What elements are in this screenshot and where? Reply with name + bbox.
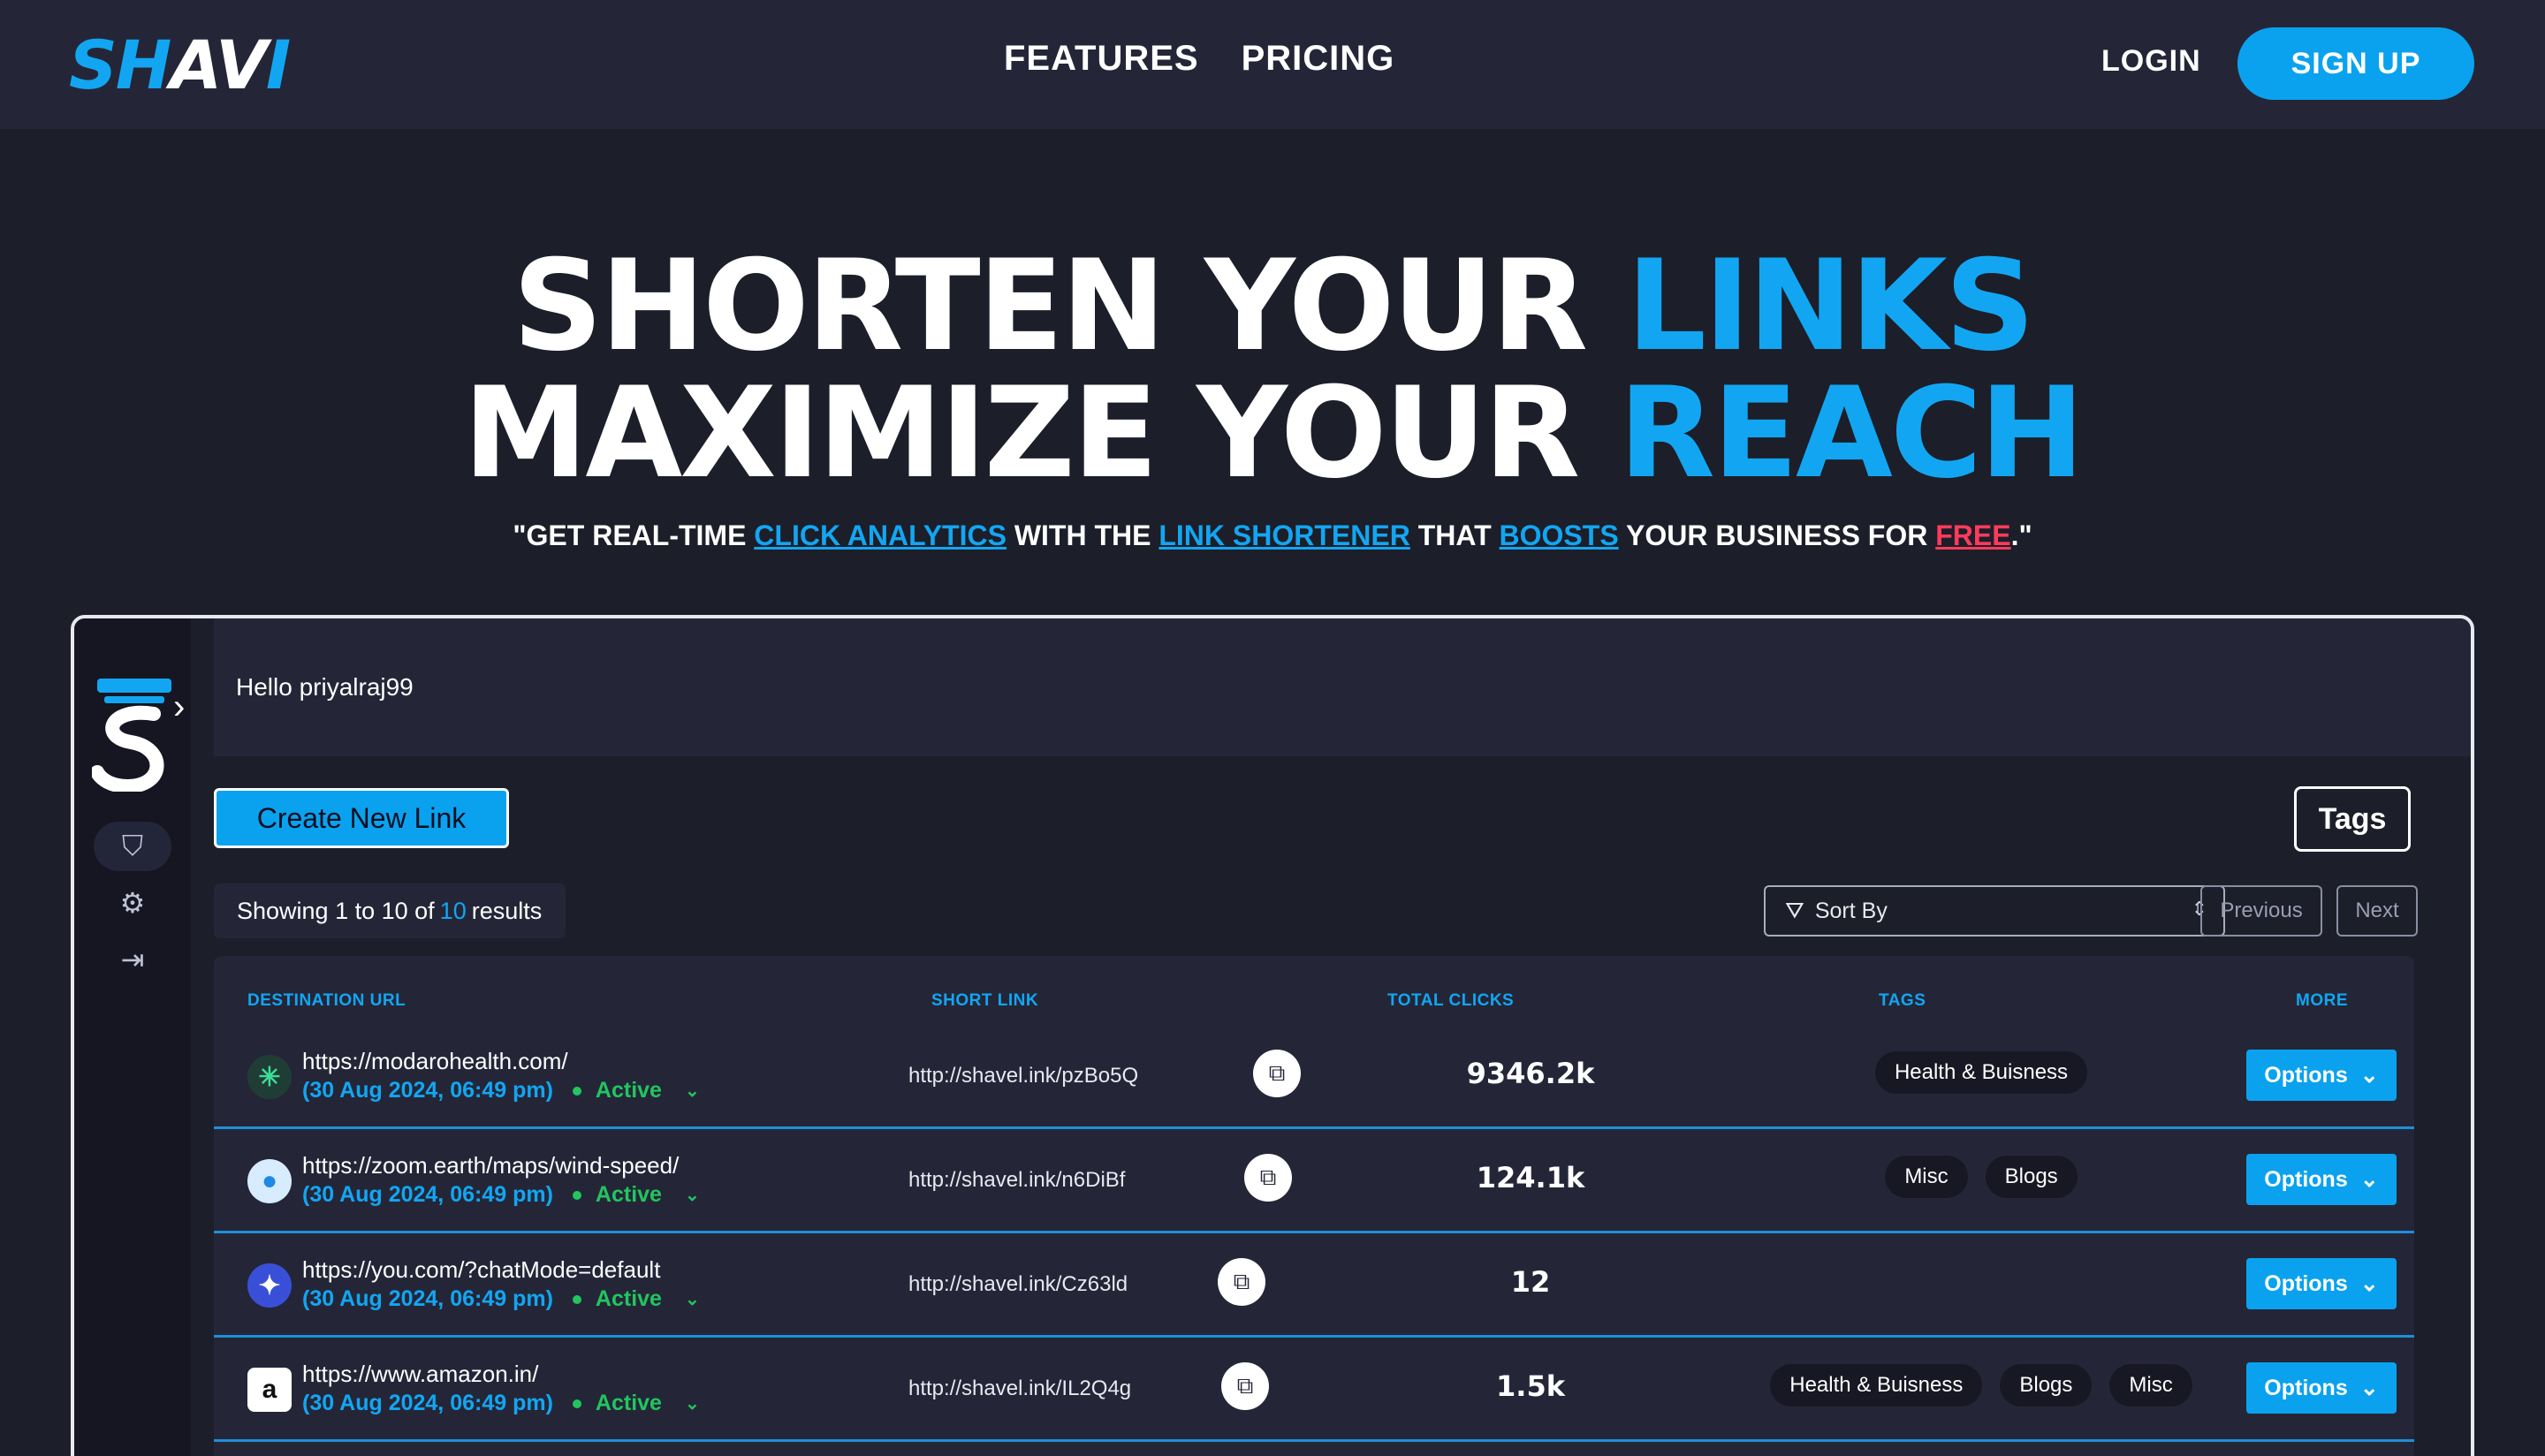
copy-icon[interactable]: ⧉: [1218, 1258, 1265, 1306]
boosts-link[interactable]: BOOSTS: [1500, 519, 1619, 551]
chevron-down-icon[interactable]: ⌄: [685, 1184, 700, 1206]
greeting-text: Hello priyalraj99: [236, 673, 414, 701]
app-logo-icon: [92, 679, 171, 792]
destination-url[interactable]: https://zoom.earth/maps/wind-speed/: [302, 1152, 679, 1179]
options-button[interactable]: Options ⌄: [2246, 1362, 2397, 1414]
greeting-bar: [214, 618, 2471, 756]
nav-links: FEATURES PRICING: [1004, 39, 1394, 79]
sidebar-item-links[interactable]: ⛉: [94, 822, 171, 871]
tag-badge[interactable]: Blogs: [1985, 1156, 2078, 1198]
app-sidebar: › ⛉ ⚙ ⇥: [74, 618, 191, 1456]
status-dot-icon: [572, 1399, 581, 1408]
login-link[interactable]: LOGIN: [2101, 44, 2201, 79]
sparkle-icon: ✦: [247, 1263, 292, 1308]
destination-url[interactable]: https://you.com/?chatMode=default: [302, 1256, 660, 1284]
short-link[interactable]: http://shavel.ink/Cz63ld: [908, 1272, 1128, 1297]
shavi-logo[interactable]: SHAVI: [69, 26, 291, 104]
chevron-down-icon: ⌄: [2359, 1063, 2379, 1088]
options-button[interactable]: Options ⌄: [2246, 1154, 2397, 1205]
tag-list: Health & Buisness Blogs Misc: [1716, 1364, 2246, 1407]
col-tags: TAGS: [1879, 991, 1926, 1010]
tag-badge[interactable]: Blogs: [2000, 1364, 2093, 1407]
col-total-clicks: TOTAL CLICKS: [1387, 991, 1515, 1010]
options-button[interactable]: Options ⌄: [2246, 1050, 2397, 1101]
click-analytics-link[interactable]: CLICK ANALYTICS: [754, 519, 1007, 551]
total-clicks: 12: [1510, 1265, 1551, 1299]
sidebar-item-settings[interactable]: ⚙: [94, 878, 171, 928]
nav-pricing-link[interactable]: PRICING: [1242, 39, 1395, 79]
col-short-link: SHORT LINK: [931, 991, 1039, 1010]
amazon-icon: a: [247, 1368, 292, 1412]
copy-icon[interactable]: ⧉: [1253, 1050, 1301, 1097]
link-shortener-link[interactable]: LINK SHORTENER: [1159, 519, 1409, 551]
nav-features-link[interactable]: FEATURES: [1004, 39, 1199, 79]
gear-icon: ⚙: [119, 887, 146, 919]
short-link[interactable]: http://shavel.ink/n6DiBf: [908, 1168, 1125, 1193]
table-row: ✳ https://modarohealth.com/ (30 Aug 2024…: [214, 1025, 2414, 1129]
col-more: MORE: [2296, 991, 2348, 1010]
link-meta: (30 Aug 2024, 06:49 pm) Active ⌄: [302, 1391, 700, 1415]
total-clicks: 1.5k: [1496, 1369, 1565, 1403]
chevron-down-icon[interactable]: ⌄: [685, 1080, 700, 1102]
tag-badge[interactable]: Misc: [2109, 1364, 2192, 1407]
copy-icon[interactable]: ⧉: [1221, 1362, 1269, 1410]
filter-icon: ⛛: [1785, 897, 1804, 923]
destination-url[interactable]: https://www.amazon.in/: [302, 1361, 538, 1388]
next-page-button[interactable]: Next: [2336, 885, 2418, 937]
short-link[interactable]: http://shavel.ink/IL2Q4g: [908, 1376, 1131, 1401]
tag-badge[interactable]: Health & Buisness: [1770, 1364, 1983, 1407]
app-preview-frame: › ⛉ ⚙ ⇥ Hello priyalraj99 Create New Lin…: [71, 615, 2474, 1456]
table-row: a https://www.amazon.in/ (30 Aug 2024, 0…: [214, 1338, 2414, 1442]
table-row: ● https://zoom.earth/maps/wind-speed/ (3…: [214, 1129, 2414, 1233]
status-dot-icon: [572, 1294, 581, 1304]
destination-url[interactable]: https://modarohealth.com/: [302, 1048, 568, 1075]
table-row: ✦ https://you.com/?chatMode=default (30 …: [214, 1233, 2414, 1338]
total-clicks: 9346.2k: [1466, 1057, 1595, 1090]
tag-list: Misc Blogs: [1716, 1156, 2246, 1198]
short-link[interactable]: http://shavel.ink/pzBo5Q: [908, 1064, 1138, 1088]
chevron-down-icon[interactable]: ⌄: [685, 1392, 700, 1414]
link-meta: (30 Aug 2024, 06:49 pm) Active ⌄: [302, 1182, 700, 1207]
previous-page-button[interactable]: Previous: [2200, 885, 2322, 937]
link-meta: (30 Aug 2024, 06:49 pm) Active ⌄: [302, 1078, 700, 1103]
tag-list: Health & Buisness: [1716, 1051, 2246, 1094]
results-count: Showing 1 to 10 of 10 results: [214, 883, 566, 938]
hero-headline-line1: SHORTEN YOUR LINKS: [513, 233, 2035, 379]
free-link[interactable]: FREE: [1935, 519, 2010, 551]
hero-tagline: "GET REAL-TIME CLICK ANALYTICS WITH THE …: [513, 519, 2032, 551]
chevron-down-icon: ⌄: [2359, 1376, 2379, 1400]
sidebar-item-logout[interactable]: ⇥: [94, 935, 171, 984]
total-clicks: 124.1k: [1476, 1161, 1585, 1194]
shaver-icon: ⛉: [121, 830, 143, 861]
tag-badge[interactable]: Misc: [1885, 1156, 1968, 1198]
chevron-down-icon: ⌄: [2359, 1271, 2379, 1296]
col-destination-url: DESTINATION URL: [247, 991, 406, 1010]
options-button[interactable]: Options ⌄: [2246, 1258, 2397, 1309]
signup-button[interactable]: SIGN UP: [2237, 27, 2474, 100]
tags-button[interactable]: Tags: [2294, 786, 2411, 852]
medical-star-icon: ✳: [247, 1055, 292, 1099]
tag-badge[interactable]: Health & Buisness: [1874, 1051, 2088, 1094]
earth-icon: ●: [247, 1159, 292, 1203]
link-meta: (30 Aug 2024, 06:49 pm) Active ⌄: [302, 1286, 700, 1311]
hero-headline-line2: MAXIMIZE YOUR REACH: [463, 360, 2085, 506]
sort-by-select[interactable]: ⛛ Sort By ⇕: [1764, 885, 2225, 937]
logout-icon: ⇥: [120, 944, 145, 975]
links-table: DESTINATION URL SHORT LINK TOTAL CLICKS …: [214, 956, 2414, 1456]
status-dot-icon: [572, 1086, 581, 1096]
create-new-link-button[interactable]: Create New Link: [214, 788, 509, 848]
chevron-down-icon: ⌄: [2359, 1167, 2379, 1192]
sidebar-expand-icon[interactable]: ›: [173, 687, 185, 727]
status-dot-icon: [572, 1190, 581, 1200]
chevron-down-icon[interactable]: ⌄: [685, 1288, 700, 1310]
copy-icon[interactable]: ⧉: [1244, 1154, 1292, 1202]
top-navbar: SHAVI FEATURES PRICING LOGIN SIGN UP: [0, 0, 2545, 129]
